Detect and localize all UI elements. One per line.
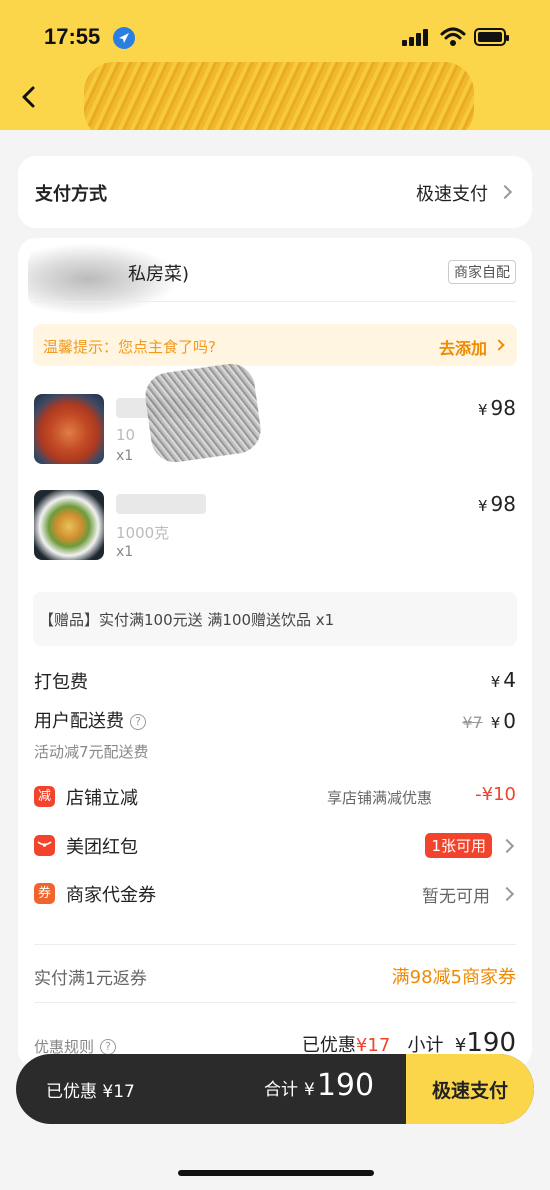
food-thumbnail bbox=[34, 490, 104, 560]
item-quantity: x1 bbox=[116, 448, 134, 464]
question-icon: ? bbox=[100, 1039, 117, 1055]
back-arrow-icon[interactable] bbox=[16, 82, 42, 112]
item-price: ¥98 bbox=[478, 396, 516, 420]
delivery-fee-note: 活动减7元配送费 bbox=[34, 743, 149, 761]
delivery-fee-value: ¥7 ¥0 bbox=[462, 709, 516, 733]
question-icon[interactable]: ? bbox=[130, 714, 146, 730]
order-card: 私房菜) 商家自配 温馨提示：您点主食了吗? 去添加 10 x1 ¥98 100… bbox=[18, 238, 532, 1068]
home-indicator bbox=[178, 1170, 374, 1176]
order-item[interactable]: 10 x1 ¥98 bbox=[34, 394, 516, 468]
rebate-label: 实付满1元返券 bbox=[34, 969, 147, 989]
delivery-fee-label: 用户配送费? bbox=[34, 707, 146, 733]
voucher-badge-icon: 券 bbox=[34, 883, 55, 904]
voucher-label: 商家代金券 bbox=[66, 885, 156, 906]
redpacket-label: 美团红包 bbox=[66, 837, 138, 858]
store-discount-note: 享店铺满减优惠 bbox=[326, 789, 432, 807]
status-bar: 17:55 bbox=[0, 18, 550, 58]
chevron-right-icon bbox=[493, 339, 505, 351]
status-time: 17:55 bbox=[44, 24, 101, 49]
red-packet-icon bbox=[34, 835, 55, 856]
tip-text: 温馨提示：您点主食了吗? bbox=[43, 338, 216, 356]
location-arrow-icon bbox=[113, 27, 135, 49]
item-quantity: x1 bbox=[116, 544, 134, 560]
chevron-right-icon bbox=[497, 184, 513, 200]
store-discount-label: 店铺立减 bbox=[66, 788, 138, 809]
rebate-value: 满98减5商家券 bbox=[391, 967, 516, 988]
checkout-saved-text: 已优惠 ¥17 bbox=[46, 1082, 135, 1102]
food-thumbnail bbox=[34, 394, 104, 464]
divider bbox=[34, 1002, 516, 1003]
tip-add-link[interactable]: 去添加 bbox=[439, 335, 487, 359]
packing-fee-label: 打包费 bbox=[34, 672, 88, 693]
delivery-tag: 商家自配 bbox=[448, 260, 516, 284]
shop-name: 私房菜) bbox=[128, 264, 190, 285]
chevron-right-icon bbox=[499, 886, 515, 902]
gift-info: 【赠品】实付满100元送 满100赠送饮品 x1 bbox=[33, 592, 517, 646]
pay-button[interactable]: 极速支付 bbox=[406, 1054, 534, 1124]
header-bar: 17:55 bbox=[0, 0, 550, 140]
payment-method-row[interactable]: 支付方式 极速支付 bbox=[18, 156, 532, 228]
divider bbox=[34, 944, 516, 945]
redacted-item-name bbox=[116, 494, 206, 514]
cellular-signal-icon bbox=[402, 28, 430, 46]
voucher-status: 暂无可用 bbox=[422, 887, 490, 907]
battery-icon bbox=[474, 28, 509, 46]
voucher-row[interactable]: 券 商家代金券 暂无可用 bbox=[34, 879, 516, 909]
divider bbox=[34, 301, 516, 302]
discount-badge-icon: 减 bbox=[34, 786, 55, 807]
item-spec: 10 bbox=[116, 426, 136, 444]
wifi-icon bbox=[440, 26, 466, 48]
redacted-pencil-scribble bbox=[142, 360, 264, 466]
checkout-total: 合计 ¥190 bbox=[264, 1068, 375, 1103]
redpacket-available-badge[interactable]: 1张可用 bbox=[425, 833, 492, 858]
order-item[interactable]: 1000克 x1 ¥98 bbox=[34, 490, 516, 564]
staple-food-tip[interactable]: 温馨提示：您点主食了吗? 去添加 bbox=[33, 324, 517, 366]
gift-text: 【赠品】实付满100元送 满100赠送饮品 x1 bbox=[39, 611, 335, 629]
redacted-title-scribble bbox=[84, 62, 474, 140]
store-discount-row: 减 店铺立减 享店铺满减优惠 -¥10 bbox=[34, 782, 516, 812]
item-spec: 1000克 bbox=[116, 524, 170, 542]
checkout-bar: 已优惠 ¥17 合计 ¥190 极速支付 bbox=[16, 1054, 534, 1124]
payment-method-value: 极速支付 bbox=[416, 184, 488, 205]
payment-method-label: 支付方式 bbox=[35, 184, 107, 205]
redpacket-row[interactable]: 美团红包 1张可用 bbox=[34, 831, 516, 861]
store-discount-amount: -¥10 bbox=[475, 784, 516, 805]
packing-fee-value: ¥4 bbox=[490, 668, 516, 692]
chevron-right-icon bbox=[499, 838, 515, 854]
item-price: ¥98 bbox=[478, 492, 516, 516]
